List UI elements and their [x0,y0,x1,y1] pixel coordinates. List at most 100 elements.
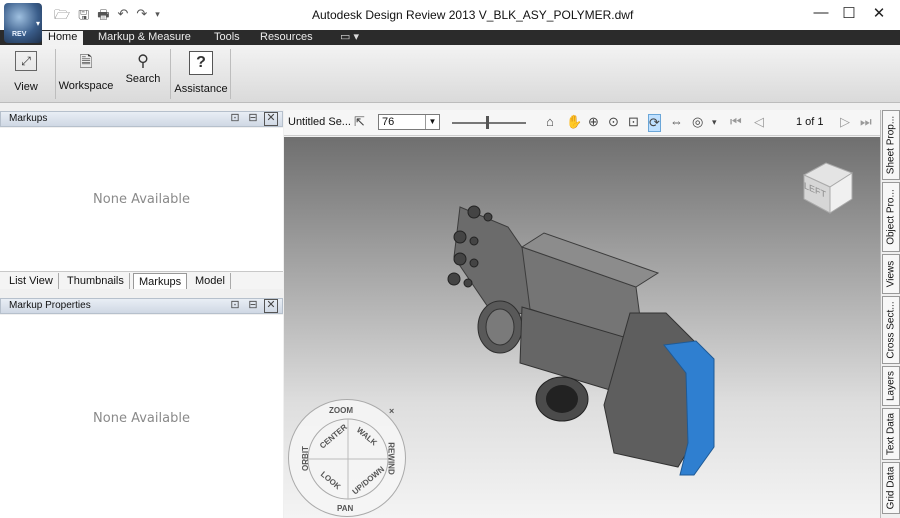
viewport-toolbar: Untitled Se... ⇱ 76 ▼ ⌂ ✋ ⊕ ⊙ ⊡ ⟳ ⇔ ◎ ▾ … [284,110,880,136]
maximize-button[interactable]: ☐ [834,4,864,22]
tab-sheet-properties[interactable]: Sheet Prop... [882,110,900,180]
pin-icon[interactable]: ⊡ [228,299,242,313]
title-bar: 🗁 🖫 🖶 ↶ ↷ ▾ Autodesk Design Review 2013 … [0,0,900,30]
dock-icon[interactable]: ⊟ [246,112,260,126]
workspace-icon: 🗎 [79,54,93,71]
dock-icon[interactable]: ⊟ [246,299,260,313]
assistance-button[interactable]: ? Assistance [174,51,228,95]
tab-markup-measure[interactable]: Markup & Measure [92,31,197,45]
previous-page-icon[interactable]: ◁ [754,114,764,130]
tab-object-properties[interactable]: Object Pro... [882,182,900,252]
extra-tab-dropdown-icon[interactable]: ▭ ▾ [334,31,365,45]
tab-list-view[interactable]: List View [4,273,59,289]
right-tab-strip: Sheet Prop... Object Pro... Views Cross … [880,110,900,518]
select-cursor-icon[interactable]: ⇱ [354,114,365,130]
tab-markups[interactable]: Markups [133,273,188,289]
tab-views-label: Views [885,260,897,288]
tab-resources[interactable]: Resources [254,31,319,45]
search-button-label: Search [125,73,161,85]
markups-panel-body: None Available [0,128,283,271]
chevron-down-icon[interactable]: ▾ [712,117,717,128]
close-icon[interactable]: ✕ [264,112,278,126]
wheel-rewind[interactable]: REWIND [387,442,396,474]
ribbon-panel: ⤢ View 🗎 Workspace ⚲ Search ? Assistance [0,45,900,103]
tab-cross-sections[interactable]: Cross Sect... [882,296,900,364]
zoom-slider-handle[interactable] [486,116,489,129]
ribbon-tab-bar: Home Markup & Measure Tools Resources ▭ … [0,30,900,45]
application-menu-button[interactable]: REV ▾ [4,3,42,43]
app-badge-text: REV [12,31,27,38]
tab-layers-label: Layers [885,370,897,402]
ribbon-separator [55,49,56,99]
close-button[interactable]: ✕ [864,4,894,22]
tab-object-properties-label: Object Pro... [885,189,897,245]
markups-panel-title: Markups [9,113,48,124]
wheel-orbit[interactable]: ORBIT [301,446,310,471]
tab-thumbnails[interactable]: Thumbnails [62,273,130,289]
3d-viewport[interactable]: LEFT ZOOM ORBIT CENTER WALK REWIND LOOK … [284,137,880,518]
tab-model[interactable]: Model [190,273,231,289]
close-icon[interactable]: ✕ [264,299,278,313]
first-page-icon[interactable]: ⏮ [730,114,742,130]
zoom-level-select[interactable]: 76 ▼ [378,114,440,130]
markup-properties-header: Markup Properties ⊡ ⊟ ✕ [0,298,283,314]
wheel-pan[interactable]: PAN [337,504,353,513]
tab-cross-sections-label: Cross Sect... [885,301,897,359]
markups-empty-text: None Available [93,192,190,207]
zoom-window-icon[interactable]: ⊙ [608,114,619,130]
last-page-icon[interactable]: ⏭ [860,114,872,130]
print-icon[interactable]: 🖶 [97,6,109,28]
tab-home[interactable]: Home [42,31,84,45]
tab-text-data-label: Text Data [885,412,897,456]
zoom-in-icon[interactable]: ⊕ [588,114,599,130]
ribbon-separator [230,49,231,99]
next-page-icon[interactable]: ▷ [840,114,850,130]
tab-text-data[interactable]: Text Data [882,408,900,460]
assistance-button-label: Assistance [174,83,228,95]
chevron-down-icon: ▾ [35,19,40,28]
help-icon: ? [189,51,213,75]
turntable-icon[interactable]: ⇔ [670,114,683,129]
zoom-level-value: 76 [382,116,395,128]
workspace-button[interactable]: 🗎 Workspace [58,51,114,92]
search-button[interactable]: ⚲ Search [122,51,164,85]
tab-grid-data-label: Grid Data [885,466,897,510]
tab-tools[interactable]: Tools [208,31,246,45]
view-button-label: View [14,81,38,93]
quick-access-toolbar: 🗁 🖫 🖶 ↶ ↷ ▾ [54,6,160,28]
open-icon[interactable]: 🗁 [54,6,70,28]
tab-sheet-properties-label: Sheet Prop... [885,115,897,175]
binoculars-icon: ⚲ [137,53,149,70]
home-icon[interactable]: ⌂ [546,114,554,129]
pan-hand-icon[interactable]: ✋ [566,114,582,130]
tab-views[interactable]: Views [882,254,900,294]
steering-wheel-icon[interactable]: ◎ [692,114,703,130]
window-title: Autodesk Design Review 2013 V_BLK_ASY_PO… [312,8,634,22]
tab-layers[interactable]: Layers [882,366,900,406]
qat-dropdown-icon[interactable]: ▾ [155,6,160,28]
tab-grid-data[interactable]: Grid Data [882,462,900,514]
markup-properties-title: Markup Properties [9,300,91,311]
save-icon[interactable]: 🖫 [78,6,89,28]
fit-to-window-icon[interactable]: ⊡ [628,114,639,130]
chevron-down-icon: ▼ [425,115,439,129]
view-button[interactable]: ⤢ View [6,51,46,93]
markup-properties-body: None Available [0,315,283,518]
undo-icon[interactable]: ↶ [117,6,128,28]
sheet-name[interactable]: Untitled Se... [288,116,351,128]
panel-tab-strip: List View Thumbnails Markups Model [0,271,283,289]
zoom-slider[interactable] [452,116,526,129]
ribbon-separator [170,49,171,99]
markups-panel-header: Markups ⊡ ⊟ ✕ [0,111,283,127]
orbit-icon[interactable]: ⟳ [648,114,661,132]
wheel-close-icon[interactable]: × [389,406,394,416]
wheel-zoom[interactable]: ZOOM [329,406,353,415]
page-indicator: 1 of 1 [796,116,824,128]
redo-icon[interactable]: ↷ [136,6,147,28]
workspace-button-label: Workspace [58,80,114,92]
pin-icon[interactable]: ⊡ [228,112,242,126]
fit-view-icon: ⤢ [15,51,37,71]
markup-properties-empty-text: None Available [93,411,190,426]
steering-wheel[interactable]: ZOOM ORBIT CENTER WALK REWIND LOOK UP/DO… [288,399,406,517]
minimize-button[interactable]: — [806,4,836,21]
